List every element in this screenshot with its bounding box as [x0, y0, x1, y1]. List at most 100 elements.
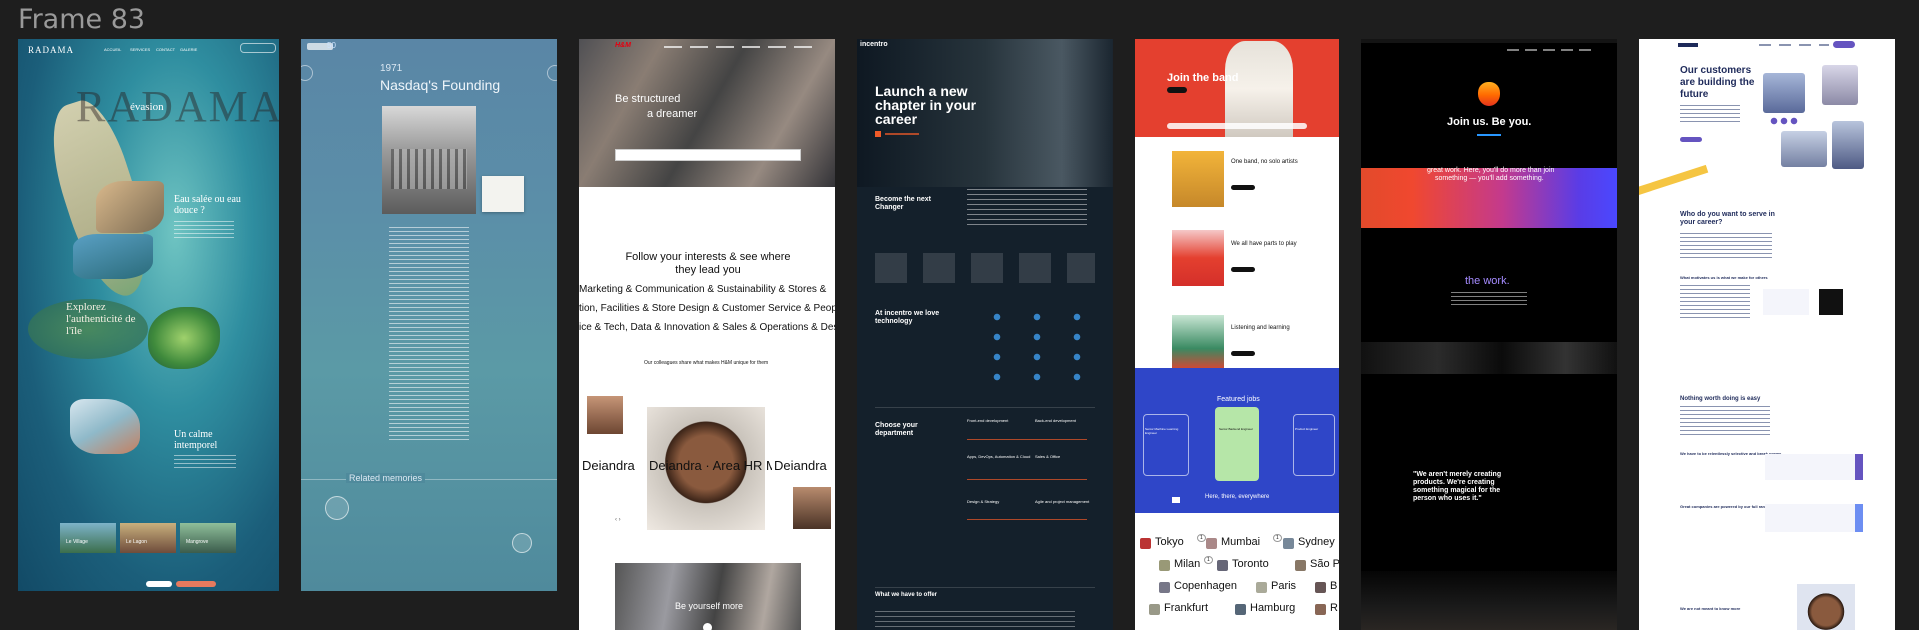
radama-nav-1[interactable]: ACCUEIL	[104, 47, 121, 52]
radama-section-3-title: Un calme intemporel	[174, 429, 218, 451]
spotify-city-toronto[interactable]: Toronto	[1232, 558, 1269, 570]
spotify-job-card-2[interactable]	[1215, 407, 1259, 481]
spotify-city-frankfurt[interactable]: Frankfurt	[1164, 602, 1208, 614]
radama-text-lines-1	[174, 221, 234, 239]
spotify-row-3-button[interactable]	[1231, 351, 1255, 356]
radama-thumb-3[interactable]	[180, 523, 236, 553]
apple-logo-icon[interactable]	[1478, 82, 1500, 106]
atlassian-hero-text	[1680, 105, 1740, 123]
incentro-divider-1	[875, 407, 1095, 408]
apple-hero-link[interactable]	[1477, 134, 1501, 136]
incentro-cta-icon[interactable]	[875, 131, 881, 137]
incentro-cta-link[interactable]	[885, 133, 919, 135]
incentro-logo[interactable]: incentro	[860, 41, 888, 48]
spotify-city-tokyo[interactable]: Tokyo	[1155, 536, 1184, 548]
hm-hero-line-2: a dreamer	[647, 108, 698, 120]
radama-hero-sub: évasion	[130, 101, 164, 113]
spotify-city-milan[interactable]: Milan	[1174, 558, 1200, 570]
nasdaq-memory-2[interactable]	[512, 533, 532, 553]
hm-bottom-caption: Be yourself more	[675, 601, 744, 611]
atlassian-logo[interactable]	[1678, 43, 1698, 47]
spotify-row-1-button[interactable]	[1231, 185, 1255, 190]
incentro-client-logos	[875, 253, 1095, 283]
hm-colleague-title: Our colleagues share what makes H&M uniq…	[644, 360, 769, 366]
spotify-city-count: 1	[1273, 534, 1282, 542]
nasdaq-left-circle-icon[interactable]	[301, 65, 313, 81]
apple-nav-bar[interactable]	[1361, 39, 1617, 43]
nasdaq-memory-1[interactable]	[325, 496, 349, 520]
atlassian-hero-button[interactable]	[1680, 137, 1702, 142]
card-apple[interactable]: Join us. Be you. great work. Here, you'l…	[1361, 39, 1617, 630]
hm-portrait-left[interactable]	[587, 396, 623, 434]
nasdaq-body-text	[389, 227, 469, 442]
radama-thumb-1[interactable]	[60, 523, 116, 553]
atlassian-hero-photo-1	[1763, 73, 1805, 113]
incentro-section-1-line-1: Become the next	[875, 196, 932, 203]
card-radama[interactable]: RADAMA ACCUEIL SERVICES CONTACT GALERIE …	[18, 39, 279, 591]
atlassian-hero-line-1: Our customers	[1680, 65, 1752, 76]
spotify-city-mumbai[interactable]: Mumbai	[1221, 536, 1260, 548]
apple-bottom-photo	[1361, 571, 1617, 630]
incentro-offer-title: What we have to offer	[875, 592, 938, 598]
apple-hero-title: Join us. Be you.	[1447, 116, 1532, 128]
radama-thumb-2[interactable]	[120, 523, 176, 553]
hm-prev-icon[interactable]: ‹ ›	[615, 517, 621, 523]
spotify-city-sydney[interactable]: Sydney	[1298, 536, 1335, 548]
radama-nav-4[interactable]: GALERIE	[180, 47, 197, 52]
incentro-dept-1[interactable]: Front-end development	[967, 418, 1008, 423]
spotify-city-paris[interactable]: Paris	[1271, 580, 1296, 592]
apple-quote-line-4: person who uses it."	[1413, 495, 1482, 502]
spotify-job-3: Product Engineer	[1295, 427, 1319, 431]
spotify-city-copenhagen[interactable]: Copenhagen	[1174, 580, 1237, 592]
spotify-city-row4-cut[interactable]: R	[1330, 602, 1338, 614]
card-hm[interactable]: H&M Be structured a dreamer Follow your …	[579, 39, 835, 630]
card-spotify[interactable]: Join the band One band, no solo artists …	[1135, 39, 1339, 630]
hm-play-button[interactable]	[703, 623, 712, 630]
card-atlassian[interactable]: Our customers are building the future Wh…	[1639, 39, 1895, 630]
radama-book-button[interactable]	[176, 581, 216, 587]
spotify-city-row3-cut[interactable]: B	[1330, 580, 1337, 592]
atlassian-avatar-row	[1769, 117, 1799, 125]
atlassian-nav-button[interactable]	[1833, 41, 1855, 48]
apple-subnav-links[interactable]	[1507, 49, 1597, 51]
atlassian-section-6-title: We are not meant to know more	[1680, 606, 1741, 611]
city-photo-icon	[1315, 582, 1326, 593]
hm-search-input[interactable]	[615, 149, 801, 161]
radama-menu-button[interactable]	[240, 43, 276, 53]
spotify-search-bar[interactable]	[1167, 123, 1307, 129]
hm-nav-lines[interactable]	[664, 46, 814, 48]
incentro-dept-links[interactable]	[967, 439, 1087, 529]
radama-photo-chameleon	[148, 307, 220, 369]
city-photo-icon	[1256, 582, 1267, 593]
spotify-job-card-3[interactable]	[1293, 414, 1335, 476]
hm-bottom-photo	[615, 563, 801, 630]
city-photo-icon	[1235, 604, 1246, 615]
card-incentro[interactable]: incentro Launch a new chapter in your ca…	[857, 39, 1113, 630]
atlassian-nav-links[interactable]	[1759, 44, 1829, 46]
spotify-row-2-title: We all have parts to play	[1231, 241, 1297, 247]
hm-marquee-2[interactable]: tion, Facilities & Store Design & Custom…	[579, 303, 835, 314]
incentro-dept-4[interactable]: Back-end development	[1035, 418, 1076, 423]
hm-logo[interactable]: H&M	[615, 42, 631, 49]
radama-nav-2[interactable]: SERVICES	[130, 47, 150, 52]
card-nasdaq[interactable]: 50 1971 Nasdaq's Founding Related memori…	[301, 39, 557, 591]
hm-marquee-3[interactable]: ice & Tech, Data & Innovation & Sales & …	[579, 322, 835, 333]
hm-marquee-1[interactable]: Marketing & Communication & Sustainabili…	[579, 284, 826, 295]
radama-section-1-title: Eau salée ou eau douce ?	[174, 194, 241, 216]
spotify-city-sao-paulo[interactable]: São P	[1310, 558, 1339, 570]
hm-name-left: Deiandra	[582, 458, 635, 473]
apple-quote-line-2: products. We're creating	[1413, 479, 1495, 486]
spotify-row-2-button[interactable]	[1231, 267, 1255, 272]
spotify-job-card-1[interactable]	[1143, 414, 1189, 476]
spotify-hero-button[interactable]	[1167, 87, 1187, 93]
radama-nav-3[interactable]: CONTACT	[156, 47, 175, 52]
hm-portrait-right[interactable]	[793, 487, 831, 529]
radama-contact-button[interactable]	[146, 581, 172, 587]
atlassian-yellow-stroke	[1639, 164, 1709, 198]
spotify-city-hamburg[interactable]: Hamburg	[1250, 602, 1295, 614]
spotify-row-3-photo	[1172, 315, 1224, 371]
nasdaq-right-circle-icon[interactable]	[547, 65, 557, 81]
radama-logo[interactable]: RADAMA	[28, 45, 74, 55]
apple-quote-line-1: "We aren't merely creating	[1413, 471, 1502, 478]
spotify-city-count: 1	[1197, 534, 1206, 542]
